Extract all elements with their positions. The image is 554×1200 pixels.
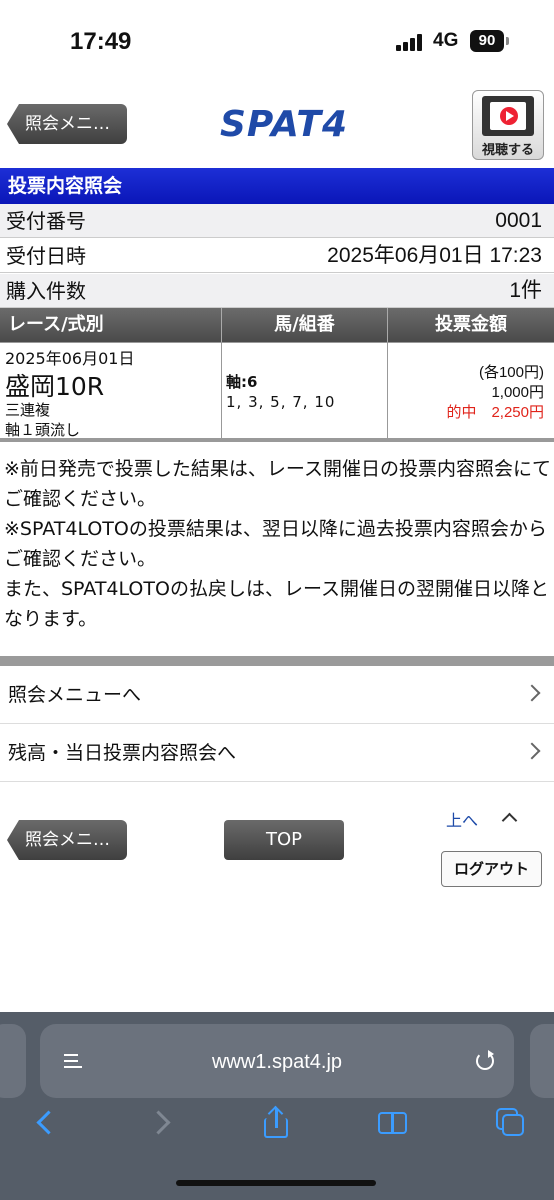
bet-table-header: レース/式別 馬/組番 投票金額 <box>0 308 554 342</box>
browser-forward-icon[interactable] <box>148 1108 178 1138</box>
chevron-right-icon <box>523 684 541 702</box>
notice-line-2: ※SPAT4LOTOの投票結果は、翌日以降に過去投票内容照会からご確認ください。 <box>4 518 547 570</box>
receipt-datetime-label: 受付日時 <box>6 244 86 268</box>
race-name: 盛岡10R <box>5 372 105 401</box>
notice-text: ※前日発売で投票した結果は、レース開催日の投票内容照会にてご確認ください。 ※S… <box>4 454 552 634</box>
page-header: 照会メニ… SPAT4 視聴する <box>0 86 554 164</box>
bookmarks-icon[interactable] <box>378 1108 408 1138</box>
address-bar[interactable]: www1.spat4.jp <box>40 1024 514 1098</box>
battery-icon: 90 <box>470 30 504 52</box>
amount-cell: (各100円) 1,000円 的中 2,250円 <box>388 343 554 439</box>
notice-line-3: また、SPAT4LOTOの払戻しは、レース開催日の翌開催日以降となります。 <box>4 578 549 630</box>
total-amount: 1,000円 <box>491 384 544 401</box>
link-balance-inquiry[interactable]: 残高・当日投票内容照会へ <box>0 725 554 782</box>
link-inquiry-menu-label: 照会メニューへ <box>8 684 142 706</box>
hit-payout: 的中 2,250円 <box>446 404 544 421</box>
play-icon <box>500 107 518 125</box>
url-text: www1.spat4.jp <box>211 1051 343 1073</box>
axis-horse: 軸:6 <box>226 373 258 391</box>
receipt-number-label: 受付番号 <box>6 209 86 233</box>
next-tab-preview[interactable] <box>530 1024 554 1098</box>
watch-label: 視聴する <box>481 143 534 158</box>
notice-line-1: ※前日発売で投票した結果は、レース開催日の投票内容照会にてご確認ください。 <box>4 458 551 510</box>
purchase-count-label: 購入件数 <box>6 279 86 303</box>
tabs-icon[interactable] <box>496 1108 526 1138</box>
link-inquiry-menu[interactable]: 照会メニューへ <box>0 667 554 724</box>
logout-button[interactable]: ログアウト <box>441 851 542 887</box>
footer-back-menu-button[interactable]: 照会メニ… <box>7 820 127 860</box>
receipt-datetime-row: 受付日時 2025年06月01日 17:23 <box>0 239 554 273</box>
browser-back-icon[interactable] <box>32 1108 62 1138</box>
share-icon[interactable] <box>262 1108 292 1138</box>
reload-icon[interactable] <box>476 1050 494 1070</box>
bet-method: 軸１頭流し <box>5 421 81 439</box>
race-date: 2025年06月01日 <box>5 349 135 368</box>
top-button[interactable]: TOP <box>224 820 344 860</box>
footer-nav: 照会メニ… TOP 上へ ログアウト <box>0 785 554 1010</box>
watch-video-button[interactable]: 視聴する <box>472 90 544 160</box>
receipt-number-value: 0001 <box>495 209 542 232</box>
scroll-up-link[interactable]: 上へ <box>446 807 478 831</box>
link-balance-inquiry-label: 残高・当日投票内容照会へ <box>8 742 237 764</box>
home-indicator <box>176 1180 376 1186</box>
chevron-right-icon <box>523 742 541 760</box>
header-race-type: レース/式別 <box>0 308 222 342</box>
header-bet-amount: 投票金額 <box>435 314 507 335</box>
status-time: 17:49 <box>70 28 132 55</box>
signal-icon <box>396 33 426 51</box>
browser-toolbar: www1.spat4.jp <box>0 1012 554 1200</box>
status-bar: 17:49 4G 90 <box>0 0 554 84</box>
bet-type: 三連複 <box>5 401 51 419</box>
race-cell: 2025年06月01日 盛岡10R 三連複 軸１頭流し <box>0 343 222 439</box>
chevron-up-icon[interactable] <box>501 812 518 829</box>
receipt-number-row: 受付番号 0001 <box>0 204 554 238</box>
purchase-count-row: 購入件数 1件 <box>0 274 554 308</box>
combo-numbers: 1, 3, 5, 7, 10 <box>226 393 336 411</box>
battery-tip <box>506 37 509 45</box>
spat4-logo[interactable]: SPAT4 <box>220 104 348 145</box>
unit-amount: (各100円) <box>478 364 544 381</box>
combo-cell: 軸:6 1, 3, 5, 7, 10 <box>222 343 388 439</box>
film-icon <box>482 96 534 136</box>
purchase-count-value: 1件 <box>509 279 542 302</box>
section-divider <box>0 656 554 666</box>
bet-table-row: 2025年06月01日 盛岡10R 三連複 軸１頭流し 軸:6 1, 3, 5,… <box>0 342 554 442</box>
network-type: 4G <box>433 30 459 51</box>
previous-tab-preview[interactable] <box>0 1024 26 1098</box>
header-horse-combo: 馬/組番 <box>222 308 388 342</box>
receipt-datetime-value: 2025年06月01日 17:23 <box>327 244 542 267</box>
page-title: 投票内容照会 <box>0 168 554 204</box>
back-menu-button[interactable]: 照会メニ… <box>7 104 127 144</box>
